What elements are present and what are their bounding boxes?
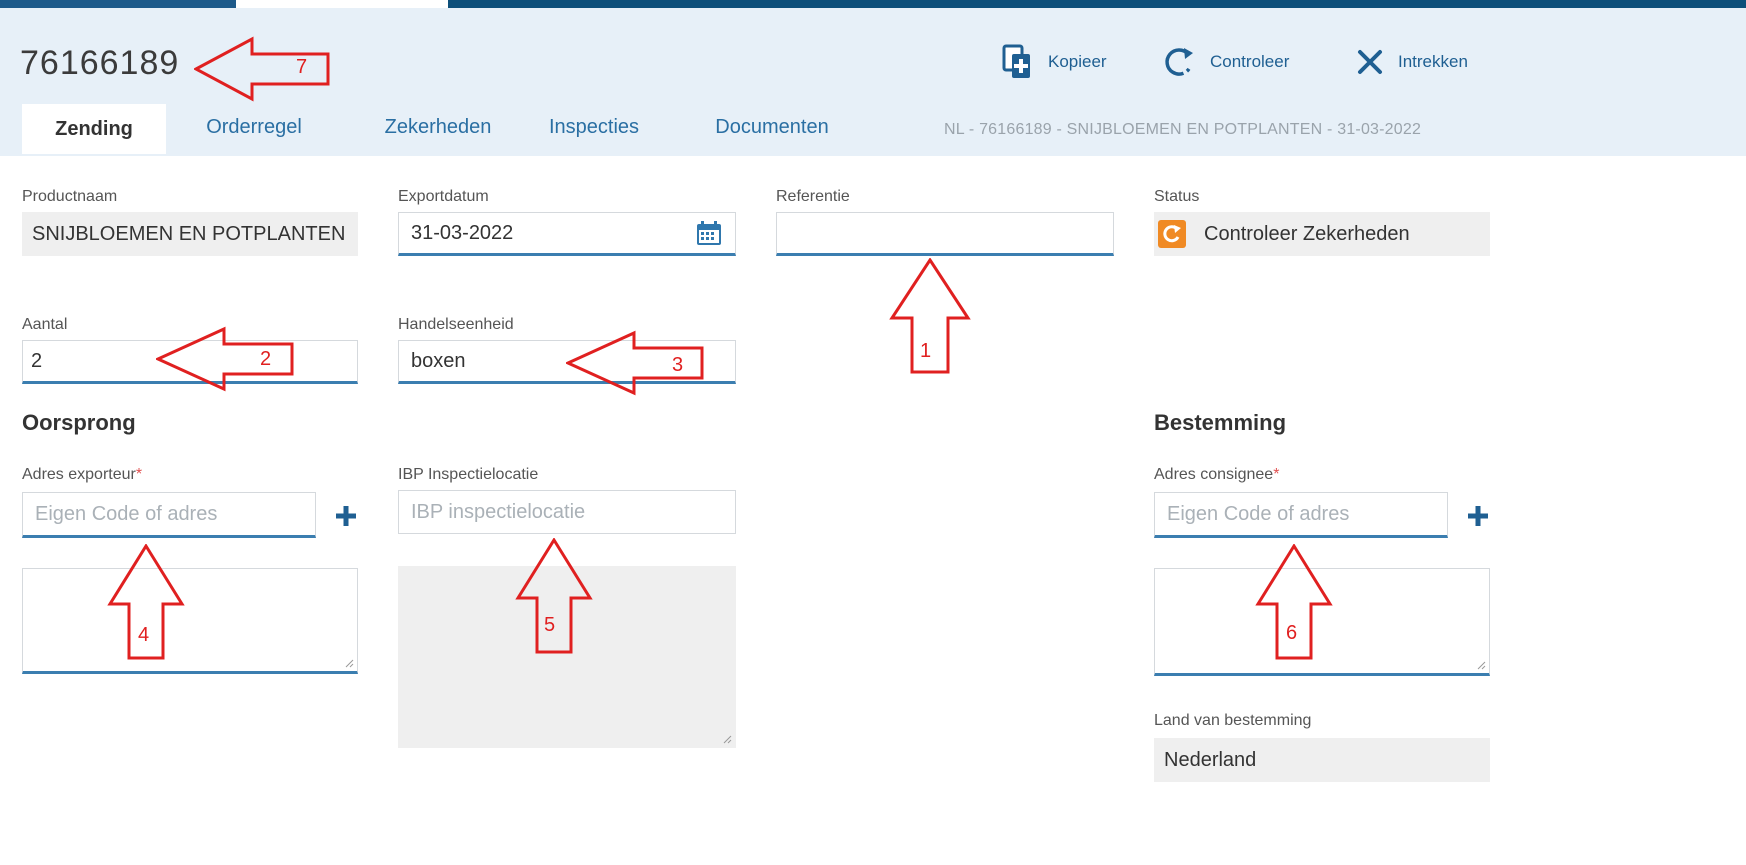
handelseenheid-label: Handelseenheid <box>398 316 514 333</box>
bestemming-heading: Bestemming <box>1154 410 1287 435</box>
tab-inspecties[interactable]: Inspecties <box>534 104 654 152</box>
annotation-arrow-3 <box>566 330 704 396</box>
copy-button-label: Kopieer <box>1048 52 1107 71</box>
aantal-label: Aantal <box>22 316 68 333</box>
adres-exporteur-label: Adres exporteur* <box>22 466 142 484</box>
annotation-number-5: 5 <box>544 614 556 636</box>
status-value: Controleer Zekerheden <box>1204 223 1410 245</box>
referentie-label: Referentie <box>776 188 850 205</box>
adres-consignee-input[interactable]: Eigen Code of adres <box>1154 492 1448 538</box>
land-label: Land van bestemming <box>1154 712 1312 729</box>
status-label: Status <box>1154 188 1200 205</box>
tab-zending[interactable]: Zending <box>22 104 166 154</box>
resize-grip-icon[interactable] <box>345 659 354 668</box>
annotation-number-3: 3 <box>672 354 684 376</box>
tab-documenten[interactable]: Documenten <box>696 104 848 152</box>
resize-grip-icon[interactable] <box>1477 661 1486 670</box>
adres-exporteur-label-text: Adres exporteur <box>22 466 136 483</box>
tab-zekerheden[interactable]: Zekerheden <box>380 104 496 152</box>
annotation-arrow-5 <box>515 538 593 654</box>
required-marker: * <box>135 466 143 483</box>
annotation-arrow-2 <box>156 326 294 392</box>
breadcrumb: NL - 76166189 - SNIJBLOEMEN EN POTPLANTE… <box>944 121 1422 138</box>
top-accent-segment <box>0 0 236 8</box>
adres-consignee-label: Adres consignee* <box>1154 466 1279 484</box>
add-consignee-plus-icon[interactable] <box>1466 504 1490 528</box>
check-button[interactable]: Controleer <box>1162 42 1289 82</box>
annotation-arrow-7 <box>194 36 330 102</box>
adres-exporteur-textarea[interactable] <box>22 568 358 674</box>
adres-exporteur-input[interactable]: Eigen Code of adres <box>22 492 316 538</box>
withdraw-button-label: Intrekken <box>1398 52 1468 71</box>
productnaam-value: SNIJBLOEMEN EN POTPLANTEN <box>22 212 358 256</box>
land-value: Nederland <box>1154 738 1490 782</box>
close-icon <box>1358 50 1382 74</box>
withdraw-button[interactable]: Intrekken <box>1356 42 1468 82</box>
ibp-label: IBP Inspectielocatie <box>398 466 539 483</box>
status-badge: Controleer Zekerheden <box>1154 212 1490 256</box>
annotation-number-7: 7 <box>296 56 308 78</box>
add-exporteur-plus-icon[interactable] <box>334 504 358 528</box>
page-title: 76166189 <box>20 44 180 82</box>
tab-orderregel[interactable]: Orderregel <box>184 104 324 152</box>
annotation-number-1: 1 <box>920 340 932 362</box>
aantal-value: 2 <box>31 349 43 372</box>
resize-grip-icon <box>723 735 732 744</box>
oorsprong-heading: Oorsprong <box>22 410 136 435</box>
exportdatum-field[interactable]: 31-03-2022 <box>398 212 736 256</box>
annotation-number-2: 2 <box>260 348 272 370</box>
check-button-label: Controleer <box>1210 52 1290 71</box>
calendar-icon[interactable] <box>696 220 722 246</box>
handelseenheid-value: boxen <box>411 349 466 372</box>
refresh-icon <box>1158 220 1186 248</box>
refresh-icon <box>1165 48 1193 76</box>
copy-icon <box>1002 44 1030 78</box>
adres-consignee-label-text: Adres consignee <box>1154 466 1274 483</box>
annotation-number-4: 4 <box>138 624 150 646</box>
required-marker: * <box>1273 466 1280 483</box>
ibp-input[interactable]: IBP inspectielocatie <box>398 490 736 534</box>
productnaam-label: Productnaam <box>22 188 118 205</box>
referentie-field[interactable] <box>776 212 1114 256</box>
copy-button[interactable]: Kopieer <box>1002 42 1107 82</box>
exportdatum-value: 31-03-2022 <box>411 221 514 244</box>
exportdatum-label: Exportdatum <box>398 188 489 205</box>
annotation-number-6: 6 <box>1286 622 1298 644</box>
